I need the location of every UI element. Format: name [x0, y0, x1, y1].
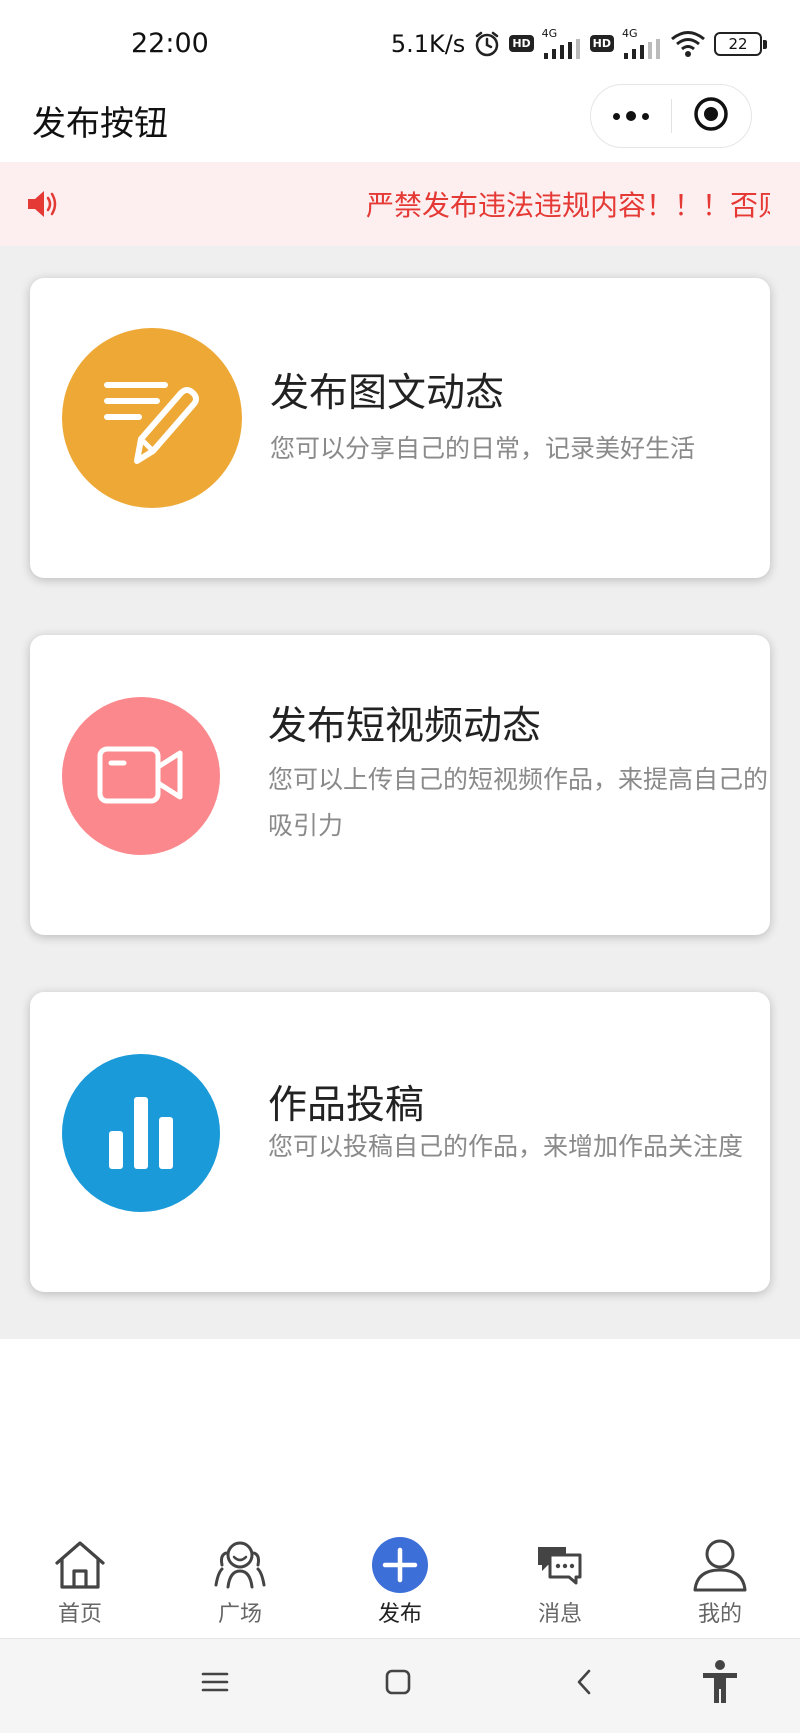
- card-desc: 您可以分享自己的日常，记录美好生活: [270, 434, 696, 463]
- more-button[interactable]: [591, 85, 671, 147]
- accessibility-icon[interactable]: [700, 1659, 740, 1709]
- mini-program-capsule: [590, 84, 752, 148]
- tab-label: 首页: [57, 1602, 102, 1627]
- tab-square[interactable]: 广场: [180, 1536, 300, 1628]
- pencil-list-icon: [62, 328, 242, 508]
- status-bar: 22:00 5.1K/s HD 4G HD 4G 22: [0, 0, 800, 84]
- card-desc: 您可以上传自己的短视频作品，来提高自己的吸引力: [268, 765, 769, 840]
- notice-text: 严禁发布违法违规内容！！！否则: [366, 189, 770, 222]
- home-square-icon[interactable]: [383, 1667, 413, 1701]
- tab-publish[interactable]: 发布: [340, 1536, 460, 1628]
- people-icon: [214, 1541, 266, 1589]
- network-speed: 5.1K/s: [390, 29, 466, 58]
- status-indicators: 5.1K/s HD 4G HD 4G 22: [390, 28, 767, 59]
- tab-messages[interactable]: 消息: [500, 1536, 620, 1628]
- close-button[interactable]: [672, 85, 752, 147]
- tab-bar: 首页 广场 发布 消息 我的: [0, 1520, 800, 1638]
- system-nav-bar: [0, 1638, 800, 1733]
- signal-icon: 4G: [542, 28, 582, 59]
- menu-icon[interactable]: [200, 1667, 230, 1701]
- user-icon: [693, 1539, 747, 1592]
- back-icon[interactable]: [570, 1667, 600, 1701]
- tab-mine[interactable]: 我的: [660, 1536, 780, 1628]
- page-title: 发布按钮: [32, 104, 168, 144]
- tab-label: 我的: [697, 1602, 742, 1627]
- card-publish-short-video[interactable]: 发布短视频动态 您可以上传自己的短视频作品，来提高自己的吸引力: [30, 635, 770, 935]
- hd-badge-2: HD: [589, 35, 614, 52]
- notice-bar[interactable]: 严禁发布违法违规内容！！！否则: [0, 162, 800, 246]
- speaker-icon: [26, 188, 60, 224]
- target-icon: [692, 95, 730, 137]
- wifi-icon: [670, 30, 706, 58]
- card-desc: 您可以投稿自己的作品，来增加作品关注度: [268, 1132, 744, 1161]
- plus-circle-icon: [372, 1537, 428, 1593]
- nav-bar: 发布按钮: [0, 84, 800, 162]
- battery-icon: 22: [714, 31, 767, 56]
- battery-level: 22: [728, 34, 748, 53]
- more-dots-icon: [612, 111, 649, 121]
- network-type: 4G: [541, 27, 558, 40]
- alarm-icon: [473, 30, 501, 58]
- status-time: 22:00: [131, 28, 209, 59]
- card-title: 发布短视频动态: [268, 704, 542, 749]
- card-title: 作品投稿: [268, 1083, 425, 1128]
- content-area: 发布图文动态 您可以分享自己的日常，记录美好生活 发布短视频动态 您可以上传自己…: [0, 246, 800, 1339]
- tab-label: 发布: [377, 1602, 422, 1627]
- tab-label: 广场: [217, 1602, 262, 1627]
- bar-chart-icon: [62, 1054, 220, 1212]
- card-publish-image-text[interactable]: 发布图文动态 您可以分享自己的日常，记录美好生活: [30, 278, 770, 578]
- signal-icon-2: 4G: [622, 28, 662, 59]
- tab-label: 消息: [537, 1602, 582, 1627]
- hd-badge: HD: [509, 35, 534, 52]
- chat-icon: [538, 1547, 582, 1585]
- tab-home[interactable]: 首页: [20, 1536, 140, 1628]
- network-type-2: 4G: [622, 27, 638, 40]
- home-icon: [55, 1541, 105, 1589]
- card-title: 发布图文动态: [270, 371, 505, 416]
- card-submit-works[interactable]: 作品投稿 您可以投稿自己的作品，来增加作品关注度: [30, 992, 770, 1292]
- video-camera-icon: [62, 697, 220, 855]
